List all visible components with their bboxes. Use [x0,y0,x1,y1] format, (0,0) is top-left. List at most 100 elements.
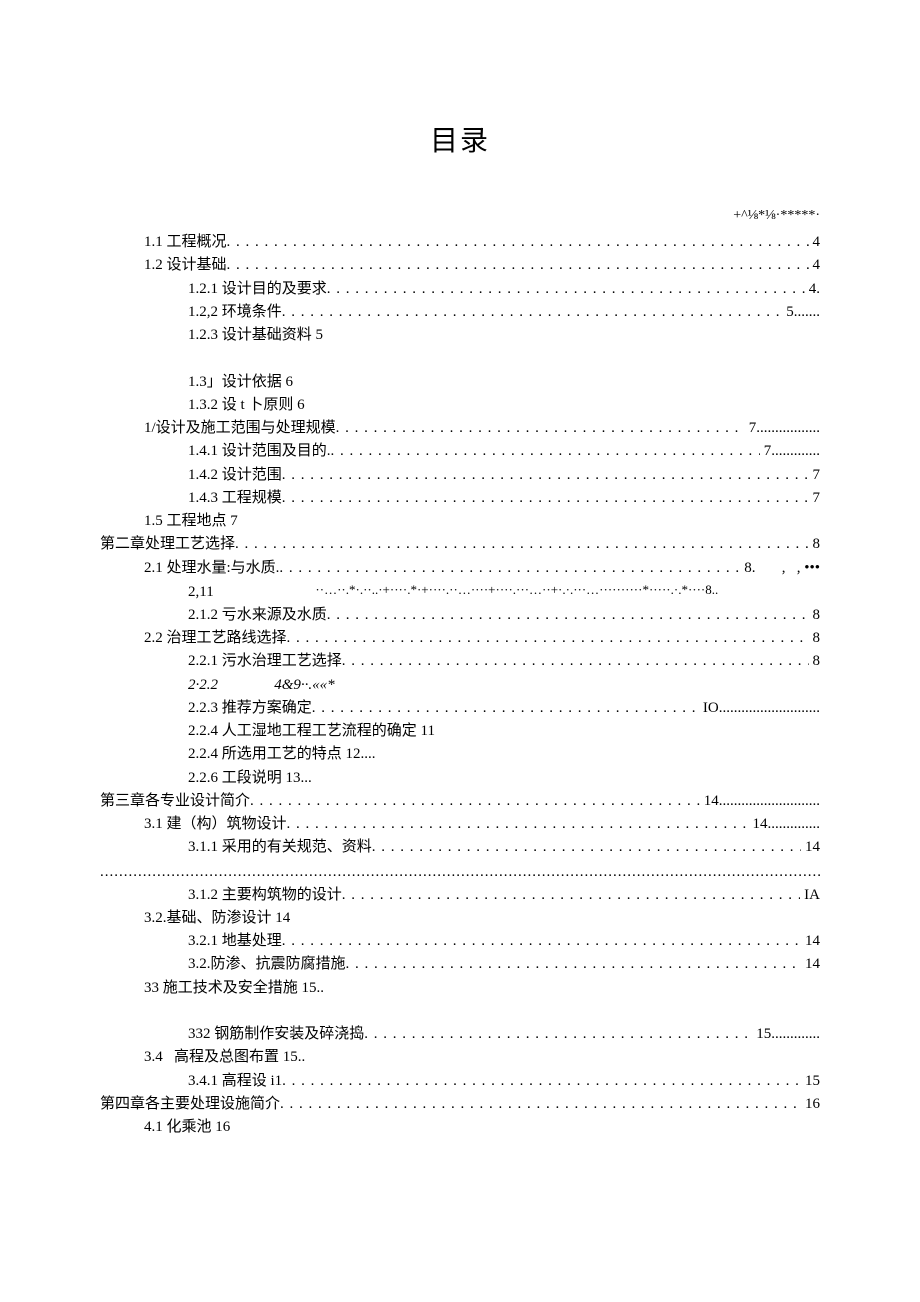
toc-entry-page-number: 7 [809,487,821,510]
toc-entry-label: 1.2,2 环境条件 [188,301,282,324]
toc-leader-dots [250,790,700,813]
toc-entry-page-number: 4. [805,278,820,301]
toc-entry: 1.4.1 设计范围及目的. 7............. [100,440,820,463]
toc-entry-trail: .............. [768,813,821,836]
toc-entry-label: 332 钢筋制作安装及碎浇捣 [188,1023,364,1046]
toc-leader-dots [282,301,782,324]
toc-leader-dots [287,627,809,650]
toc-leader-dots [327,278,805,301]
toc-leader-dots [346,953,801,976]
toc-entry: 1.1 工程概况4 [100,231,820,254]
toc-entry: 3.4 高程及总图布置 15.. [100,1046,820,1069]
toc-entry: 2.2.6 工段说明 13... [100,767,820,790]
toc-entry-label: 第二章处理工艺选择 [100,533,235,556]
toc-entry-label: 4.1 化乘池 16 [144,1116,230,1139]
toc-entry: 1.2,2 环境条件5....... [100,301,820,324]
toc-entry-page-number: 14 [749,813,768,836]
toc-entry: 1.4.2 设计范围 7 [100,464,820,487]
toc-entry: 1.4.3 工程规模 7 [100,487,820,510]
toc-entry-label: 2.2.4 人工湿地工程工艺流程的确定 11 [188,720,435,743]
toc-entry: 3.2.1 地基处理 14 [100,930,820,953]
toc-leader-dots [342,884,800,907]
toc-entry: 第四章各主要处理设施简介 16 [100,1093,820,1116]
toc-entry-label: 2·2.2 4&9··.««* [188,674,335,697]
toc-entry-label [100,1000,104,1023]
toc-entry: 332 钢筋制作安装及碎浇捣 15............. [100,1023,820,1046]
toc-entry-page-number: 15 [801,1070,820,1093]
toc-leader-dots [227,254,809,277]
toc-entry-page-number: 8 [809,604,821,627]
toc-entry-page-number: 15 [752,1023,771,1046]
toc-entry-label: 2.2.1 污水治理工艺选择 [188,650,342,673]
toc-entry-label: 3.4.1 高程设 i1 [188,1070,282,1093]
toc-entry: 2.2.4 人工湿地工程工艺流程的确定 11 [100,720,820,743]
toc-entry: 1/设计及施工范围与处理规模 7................. [100,417,820,440]
toc-leader-dots [336,417,745,440]
toc-entry-trail: ....... [794,301,820,324]
toc-entry-label: 2.2 治理工艺路线选择 [144,627,287,650]
toc-entry-label: 1.1 工程概况 [144,231,227,254]
toc-entry-label: 1.2.3 设计基础资料 5 [188,324,323,347]
toc-entry-label: 1.3.2 设 t 卜原则 6 [188,394,305,417]
toc-entry-trail: ............. [771,1023,820,1046]
toc-entry-label: 2.2.4 所选用工艺的特点 12.... [188,743,376,766]
toc-entry-label: 33 施工技术及安全措施 15.. [144,977,324,1000]
toc-entry: 第二章处理工艺选择 8 [100,533,820,556]
toc-entry [100,347,820,370]
toc-entry: 3.2.基础、防渗设计 14 [100,907,820,930]
toc-entry-page-number: 7 [760,440,772,463]
toc-entry-trail: ............. [771,440,820,463]
page-title: 目录 [100,120,820,165]
toc-entry-page-number: 8. [740,557,755,580]
toc-entry: 1.2.1 设计目的及要求4. [100,278,820,301]
toc-entry-label: 1.5 工程地点 7 [144,510,238,533]
toc-entry: 3.2.防渗、抗震防腐措施 14 [100,953,820,976]
toc-entry: 2.2.4 所选用工艺的特点 12.... [100,743,820,766]
toc-entry-page-number: 14 [801,930,820,953]
toc-entry-page-number: 8 [809,650,821,673]
toc-entry-label: 2,11 [188,580,214,604]
toc-entry-label: 2.2.3 推荐方案确定 [188,697,312,720]
toc-entry-label: 第三章各专业设计简介 [100,790,250,813]
toc-leader-dots [312,697,699,720]
toc-leader-dots [280,1093,801,1116]
toc-entry-trail: ........................... [719,790,820,813]
toc-leader-dots [235,533,808,556]
toc-entry-page-number: 14 [700,790,719,813]
toc-entry-page-number: 14 [801,836,820,859]
toc-entry-label: 3.1 建（构）筑物设计 [144,813,287,836]
toc-entry: 3.1.2 主要构筑物的设计 IA [100,884,820,907]
toc-entry: 第三章各专业设计简介 14........................... [100,790,820,813]
toc-entry-label: 2.1.2 亏水来源及水质 [188,604,327,627]
toc-entry-page-number: IA [800,884,820,907]
toc-entry-label: 2.1 处理水量:与水质. [144,557,279,580]
toc-entry-trail: ........................... [719,697,820,720]
toc-entry: 2.2.1 污水治理工艺选择 8 [100,650,820,673]
toc-leader-dots [331,440,760,463]
toc-entry-label: 3.2.1 地基处理 [188,930,282,953]
toc-entry: 3.1.1 采用的有关规范、资料 14 [100,836,820,859]
toc-entry-label: 3.1.2 主要构筑物的设计 [188,884,342,907]
toc-entry: 3.1 建（构）筑物设计 14.............. [100,813,820,836]
toc-leader-dots [282,464,809,487]
toc-leader-dots [282,930,801,953]
toc-leader-dots [287,813,749,836]
toc-entry-label: 3.1.1 采用的有关规范、资料 [188,836,372,859]
toc-entry: 2.2.3 推荐方案确定 IO ........................… [100,697,820,720]
toc-entry-label: 3.2.基础、防渗设计 14 [144,907,290,930]
toc-leader-dots [279,557,740,580]
toc-entry-label: 1.2 设计基础 [144,254,227,277]
toc-entry-label: 第四章各主要处理设施简介 [100,1093,280,1116]
toc-entry-page-number: 4 [809,254,821,277]
toc-entry-label: 1.4.3 工程规模 [188,487,282,510]
toc-entry-label: 1.4.1 设计范围及目的. [188,440,331,463]
toc-dots-continuation [100,860,820,884]
toc-leader-dots [282,487,809,510]
toc-entry: 2.1.2 亏水来源及水质 8 [100,604,820,627]
toc-entry-page-number: 7 [809,464,821,487]
document-page: 目录 +^⅛*⅛·*****· 1.1 工程概况41.2 设计基础41.2.1 … [0,0,920,1302]
toc-entry-page-number: 8 [809,627,821,650]
toc-leader-dots [372,836,801,859]
toc-garble-text: ··…··.*·.··..·+····.*·+····.··…····+····… [214,580,820,604]
toc-entry: 4.1 化乘池 16 [100,1116,820,1139]
